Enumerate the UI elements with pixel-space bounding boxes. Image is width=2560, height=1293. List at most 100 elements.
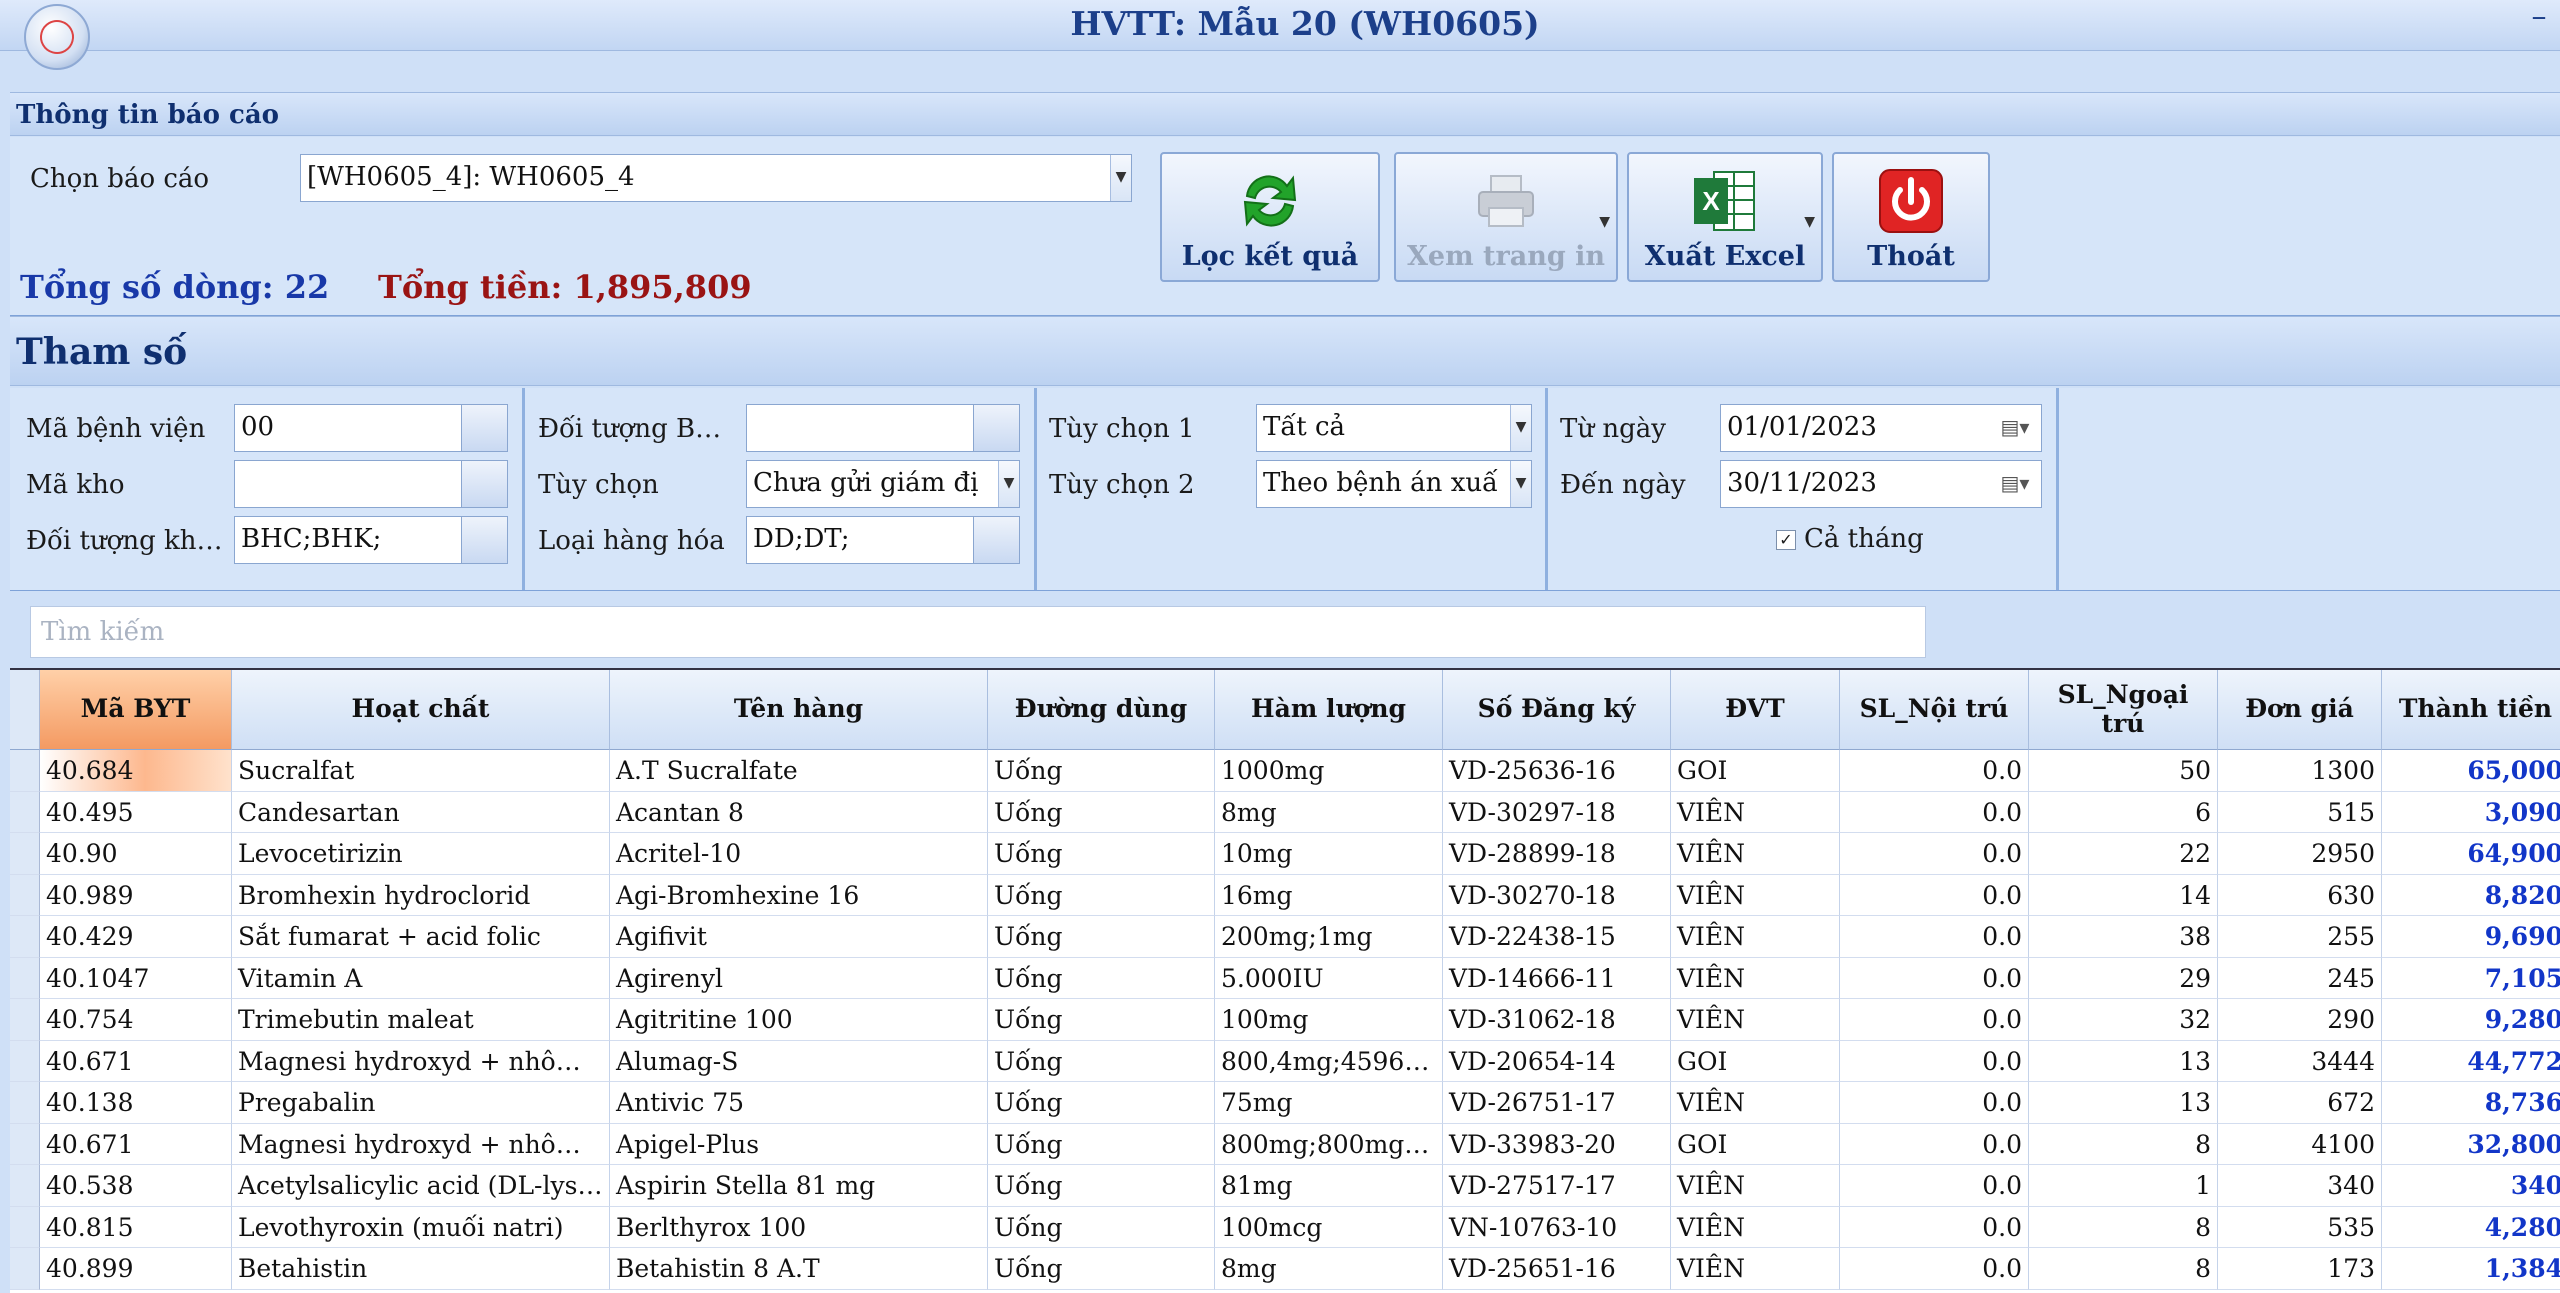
table-row[interactable]: 40.671Magnesi hydroxyd + nhôm hyd…Alumag… xyxy=(10,1040,2560,1082)
cell-sl-inpatient[interactable]: 0.0 xyxy=(1840,1040,2029,1082)
cell-active-ingredient[interactable]: Acetylsalicylic acid (DL-lysin-a… xyxy=(232,1165,610,1207)
cell-unit[interactable]: VIÊN xyxy=(1671,1082,1840,1124)
cell-strength[interactable]: 100mcg xyxy=(1215,1206,1443,1248)
table-row[interactable]: 40.90 Levocetirizin Acritel-10 Uống 10mg VD-2… xyxy=(10,833,2560,875)
cell-route[interactable]: Uống xyxy=(988,1082,1215,1124)
cell-sl-outpatient[interactable]: 50 xyxy=(2029,750,2218,792)
cell-amount[interactable]: 9,690 xyxy=(2382,916,2560,958)
cell-route[interactable]: Uống xyxy=(988,916,1215,958)
cell-product-name[interactable]: Agifivit xyxy=(610,916,988,958)
calendar-icon[interactable]: ▤▾ xyxy=(1989,405,2041,451)
cell-product-name[interactable]: Berlthyrox 100 xyxy=(610,1206,988,1248)
cell-product-name[interactable]: A.T Sucralfate xyxy=(610,750,988,792)
cell-unit[interactable]: VIÊN xyxy=(1671,791,1840,833)
cell-strength[interactable]: 200mg;1mg xyxy=(1215,916,1443,958)
cell-amount[interactable]: 8,736 xyxy=(2382,1082,2560,1124)
cell-id[interactable]: 40.138 xyxy=(40,1082,232,1124)
table-row[interactable]: 40.815 Levothyroxin (muối natri) Berlthyro… xyxy=(10,1206,2560,1248)
cell-active-ingredient[interactable]: Sắt fumarat + acid folic xyxy=(232,916,610,958)
filter-results-button[interactable]: Lọc kết quả xyxy=(1160,152,1380,282)
cell-strength[interactable]: 5.000IU xyxy=(1215,957,1443,999)
cell-active-ingredient[interactable]: Candesartan xyxy=(232,791,610,833)
table-row[interactable]: 40.684 Sucralfat A.T Sucralfate Uống 1000mg V… xyxy=(10,750,2560,792)
table-row[interactable]: 40.754 Trimebutin maleat Agitritine 100 Uốn… xyxy=(10,999,2560,1041)
cell-reg-number[interactable]: VN-10763-10 xyxy=(1443,1206,1671,1248)
cell-sl-outpatient[interactable]: 13 xyxy=(2029,1040,2218,1082)
insurance-object-picker-button[interactable] xyxy=(973,405,1019,451)
cell-product-name[interactable]: Agirenyl xyxy=(610,957,988,999)
column-header-reg-number[interactable]: Số Đăng ký xyxy=(1443,670,1671,750)
chevron-down-icon[interactable]: ▼ xyxy=(998,461,1019,507)
cell-product-name[interactable]: Acritel-10 xyxy=(610,833,988,875)
cell-amount[interactable]: 3,090 xyxy=(2382,792,2560,833)
cell-route[interactable]: Uống xyxy=(988,791,1215,833)
cell-unit-price[interactable]: 290 xyxy=(2218,999,2382,1041)
cell-amount[interactable]: 32,800 xyxy=(2382,1124,2560,1165)
cell-route[interactable]: Uống xyxy=(988,1206,1215,1248)
cell-id[interactable]: 40.538 xyxy=(40,1165,232,1207)
cell-route[interactable]: Uống xyxy=(988,833,1215,875)
whole-month-label[interactable]: Cả tháng xyxy=(1804,524,1924,554)
cell-product-name[interactable]: Apigel-Plus xyxy=(610,1123,988,1165)
cell-sl-inpatient[interactable]: 0.0 xyxy=(1840,1206,2029,1248)
row-indicator[interactable] xyxy=(10,750,40,792)
cell-reg-number[interactable]: VD-25636-16 xyxy=(1443,750,1671,792)
cell-id[interactable]: 40.429 xyxy=(40,916,232,958)
cell-strength[interactable]: 1000mg xyxy=(1215,750,1443,792)
cell-route[interactable]: Uống xyxy=(988,999,1215,1041)
cell-unit-price[interactable]: 2950 xyxy=(2218,833,2382,875)
cell-amount[interactable]: 64,900 xyxy=(2382,833,2560,875)
cell-active-ingredient[interactable]: Levothyroxin (muối natri) xyxy=(232,1206,610,1248)
cell-unit-price[interactable]: 3444 xyxy=(2218,1040,2382,1082)
cell-unit-price[interactable]: 340 xyxy=(2218,1165,2382,1207)
cell-unit[interactable]: GOI xyxy=(1671,1123,1840,1165)
cell-product-name[interactable]: Alumag-S xyxy=(610,1040,988,1082)
cell-unit-price[interactable]: 255 xyxy=(2218,916,2382,958)
export-excel-dropdown-icon[interactable]: ▼ xyxy=(1804,214,1815,230)
cell-unit-price[interactable]: 630 xyxy=(2218,874,2382,916)
cell-unit[interactable]: VIÊN xyxy=(1671,957,1840,999)
cell-unit-price[interactable]: 173 xyxy=(2218,1248,2382,1290)
row-indicator-header[interactable] xyxy=(10,670,40,750)
cell-id[interactable]: 40.495 xyxy=(40,791,232,833)
cell-strength[interactable]: 100mg xyxy=(1215,999,1443,1041)
cell-unit-price[interactable]: 4100 xyxy=(2218,1123,2382,1165)
column-header-sl-inpatient[interactable]: SL_Nội trú xyxy=(1840,670,2029,750)
cell-unit[interactable]: VIÊN xyxy=(1671,1206,1840,1248)
cell-reg-number[interactable]: VD-25651-16 xyxy=(1443,1248,1671,1290)
cell-sl-outpatient[interactable]: 6 xyxy=(2029,791,2218,833)
cell-reg-number[interactable]: VD-28899-18 xyxy=(1443,833,1671,875)
cell-amount[interactable]: 65,000 xyxy=(2382,750,2560,792)
row-indicator[interactable] xyxy=(10,791,40,833)
table-row[interactable]: 40.495 Candesartan Acantan 8 Uống 8mg VD-3029… xyxy=(10,791,2560,833)
cell-strength[interactable]: 8mg xyxy=(1215,791,1443,833)
export-excel-button[interactable]: X ▼ Xuất Excel xyxy=(1627,152,1823,282)
cell-active-ingredient[interactable]: Sucralfat xyxy=(232,750,610,792)
cell-active-ingredient[interactable]: Betahistin xyxy=(232,1248,610,1290)
column-header-unit-price[interactable]: Đơn giá xyxy=(2218,670,2382,750)
cell-product-name[interactable]: Acantan 8 xyxy=(610,791,988,833)
cell-sl-outpatient[interactable]: 14 xyxy=(2029,874,2218,916)
cell-strength[interactable]: 10mg xyxy=(1215,833,1443,875)
cell-sl-outpatient[interactable]: 13 xyxy=(2029,1082,2218,1124)
table-row[interactable]: 40.989 Bromhexin hydroclorid Agi-Bromhexin… xyxy=(10,874,2560,916)
table-row[interactable]: 40.538 Acetylsalicylic acid (DL-lysin-a… A… xyxy=(10,1165,2560,1207)
goods-type-picker-button[interactable] xyxy=(973,517,1019,563)
column-header-id[interactable]: Mã BYT xyxy=(40,670,232,750)
cell-sl-outpatient[interactable]: 1 xyxy=(2029,1165,2218,1207)
row-indicator[interactable] xyxy=(10,1206,40,1248)
cell-sl-inpatient[interactable]: 0.0 xyxy=(1840,957,2029,999)
cell-id[interactable]: 40.671 xyxy=(40,1123,232,1165)
cell-strength[interactable]: 81mg xyxy=(1215,1165,1443,1207)
print-preview-button[interactable]: ▼ Xem trang in xyxy=(1394,152,1618,282)
choose-report-combo[interactable]: [WH0605_4]: WH0605_4 ▼ xyxy=(300,154,1132,202)
cell-route[interactable]: Uống xyxy=(988,874,1215,916)
cell-sl-outpatient[interactable]: 8 xyxy=(2029,1123,2218,1165)
cell-unit-price[interactable]: 1300 xyxy=(2218,750,2382,792)
row-indicator[interactable] xyxy=(10,1248,40,1290)
cell-id[interactable]: 40.754 xyxy=(40,999,232,1041)
cell-strength[interactable]: 75mg xyxy=(1215,1082,1443,1124)
cell-strength[interactable]: 800,4mg;4596mg… xyxy=(1215,1040,1443,1082)
patient-object-picker-button[interactable] xyxy=(461,517,507,563)
cell-route[interactable]: Uống xyxy=(988,1123,1215,1165)
